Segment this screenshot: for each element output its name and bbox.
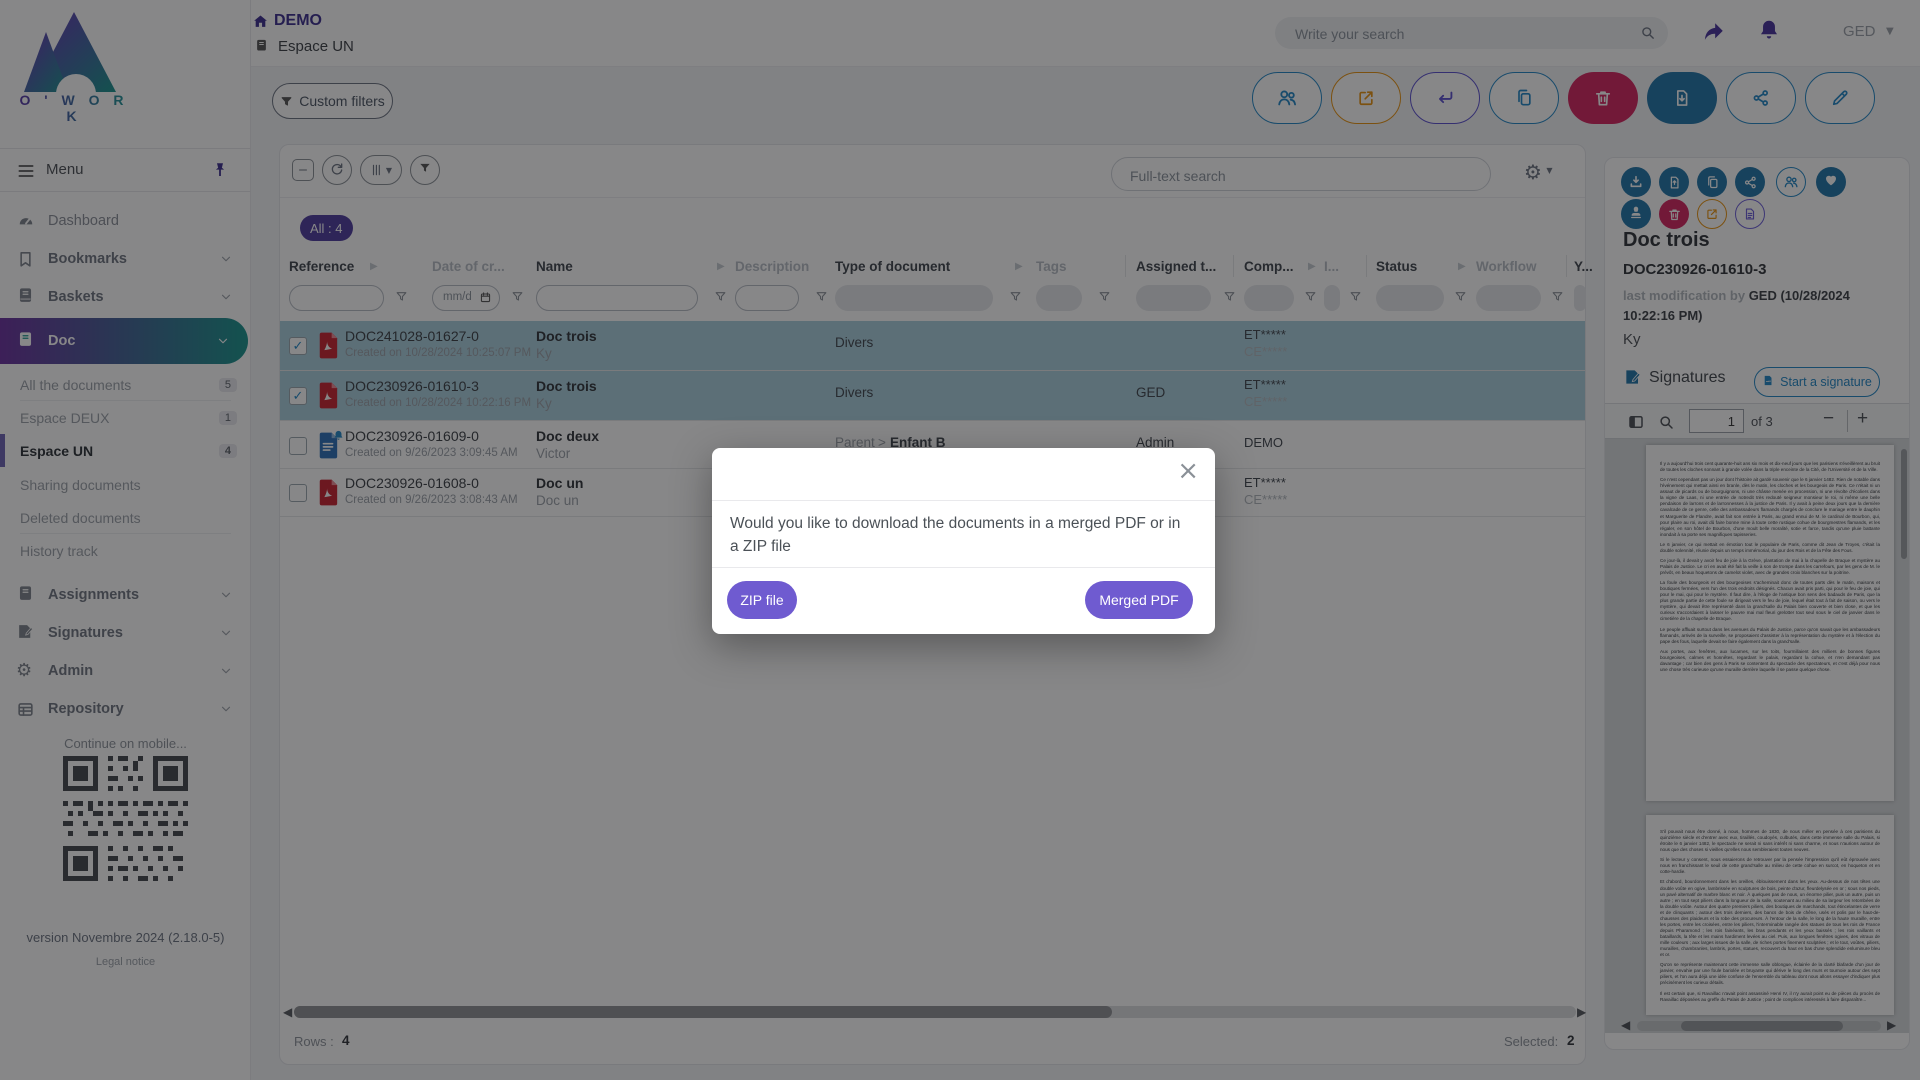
dialog-header: × [712, 448, 1215, 501]
close-icon[interactable]: × [1177, 456, 1199, 486]
merged-pdf-button[interactable]: Merged PDF [1085, 581, 1193, 619]
download-dialog: × Would you like to download the documen… [712, 448, 1215, 634]
dialog-message: Would you like to download the documents… [730, 512, 1190, 559]
divider [712, 567, 1215, 568]
app-window: O ' W O R K Menu Dashboard Bookmarks Bas… [0, 0, 1920, 1080]
zip-file-button[interactable]: ZIP file [727, 581, 797, 619]
